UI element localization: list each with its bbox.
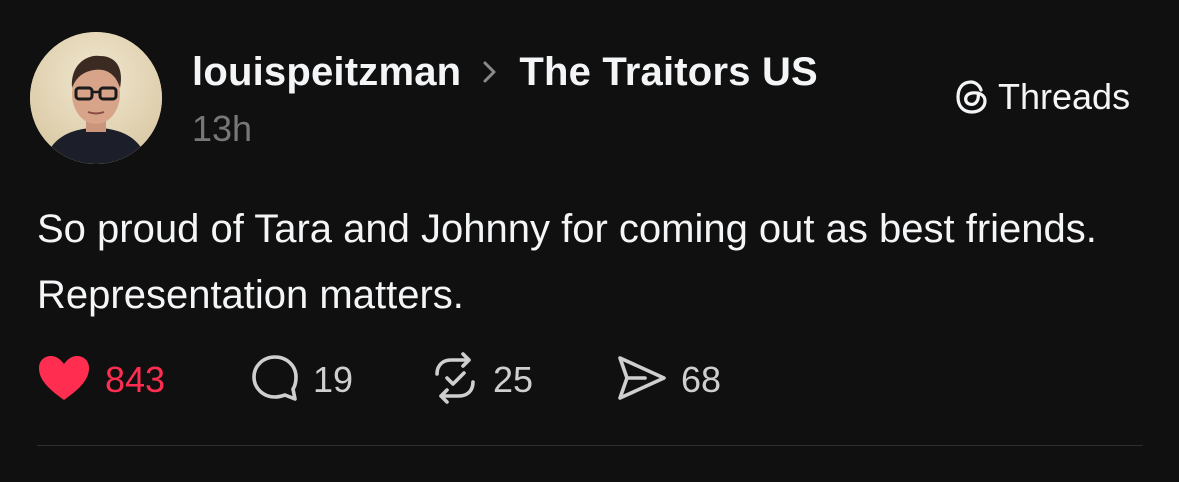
reply-count: 19 [313,359,354,400]
post-body: So proud of Tara and Johnny for coming o… [37,207,1097,317]
avatar[interactable] [30,32,162,164]
share-count: 68 [681,359,722,400]
threads-label: Threads [998,76,1131,117]
heart-icon [37,354,91,407]
post-timestamp: 13h [192,108,253,149]
threads-logo-icon [952,77,992,117]
threads-branding: Threads [952,74,1130,120]
like-count: 843 [105,359,166,400]
share-button[interactable]: 68 [615,352,721,408]
share-send-icon [615,352,669,409]
repost-count: 25 [493,359,534,400]
author-username[interactable]: louispeitzman [192,50,461,95]
post-header: louispeitzman The Traitors US [192,44,818,100]
threads-post: louispeitzman The Traitors US 13h Thread… [0,0,1179,482]
reply-button[interactable]: 19 [249,352,353,408]
comment-bubble-icon [249,352,301,409]
repost-button[interactable]: 25 [429,351,534,409]
community-name[interactable]: The Traitors US [519,50,818,95]
chevron-right-icon [479,57,501,87]
post-actions: 843 19 25 68 [37,351,1147,409]
like-button[interactable]: 843 [37,352,165,408]
post-divider [37,445,1143,446]
repost-icon [429,351,481,409]
